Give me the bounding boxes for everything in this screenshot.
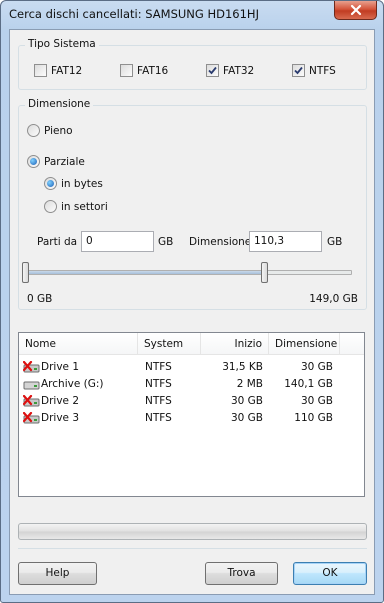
fat12-box[interactable] xyxy=(34,64,47,77)
fat32-checkbox[interactable]: FAT32 xyxy=(206,64,254,77)
fat16-label: FAT16 xyxy=(137,64,169,77)
check-icon xyxy=(294,66,303,75)
column-header-dimensione[interactable]: Dimensione xyxy=(269,333,340,355)
dialog-window: Cerca dischi cancellati: SAMSUNG HD161HJ… xyxy=(0,0,384,603)
row-size: 140,1 GB xyxy=(284,378,333,390)
in-settori-radio[interactable]: in settori xyxy=(44,200,108,213)
in-bytes-radio[interactable]: in bytes xyxy=(44,177,103,190)
table-row[interactable]: Drive 3 NTFS 30 GB 110 GB xyxy=(19,410,364,427)
in-settori-label: in settori xyxy=(61,200,108,213)
ntfs-label: NTFS xyxy=(309,64,336,77)
dimensione-group: Dimensione Pieno Parziale in bytes in se… xyxy=(18,98,367,310)
close-icon xyxy=(350,4,361,16)
fat16-checkbox[interactable]: FAT16 xyxy=(120,64,168,77)
range-slider-fill xyxy=(26,271,266,274)
range-slider-end-thumb[interactable] xyxy=(261,262,269,283)
dimensione-label: Dimensione xyxy=(25,98,94,110)
dialog-client-area: Tipo Sistema FAT12 FAT16 FAT32 NTFS Dime… xyxy=(9,29,375,595)
row-start: 30 GB xyxy=(230,395,263,407)
window-title: Cerca dischi cancellati: SAMSUNG HD161HJ xyxy=(9,7,259,21)
row-size: 110 GB xyxy=(294,412,333,424)
row-size: 30 GB xyxy=(300,395,333,407)
in-bytes-radio-circle[interactable] xyxy=(44,177,57,190)
range-slider-track[interactable] xyxy=(22,270,352,275)
dimensione-unit: GB xyxy=(327,236,343,248)
row-system: NTFS xyxy=(145,361,172,373)
parziale-radio[interactable]: Parziale xyxy=(27,155,85,168)
range-slider-start-thumb[interactable] xyxy=(22,262,29,283)
fat12-label: FAT12 xyxy=(51,64,83,77)
row-name: Archive (G:) xyxy=(41,378,104,390)
pieno-label: Pieno xyxy=(44,124,73,137)
deleted-drive-icon xyxy=(23,395,40,407)
help-button[interactable]: Help xyxy=(18,562,97,585)
row-name: Drive 2 xyxy=(41,395,80,407)
slider-min-label: 0 GB xyxy=(27,293,53,305)
deleted-drive-icon xyxy=(23,412,40,424)
column-header-nome[interactable]: Nome xyxy=(19,333,138,355)
fat32-label: FAT32 xyxy=(223,64,255,77)
divider xyxy=(18,548,367,549)
row-name: Drive 1 xyxy=(41,361,80,373)
title-bar[interactable]: Cerca dischi cancellati: SAMSUNG HD161HJ xyxy=(1,1,383,29)
progress-bar xyxy=(18,523,367,540)
row-start: 31,5 KB xyxy=(222,361,263,373)
column-header-system[interactable]: System xyxy=(138,333,201,355)
trova-button[interactable]: Trova xyxy=(205,562,278,585)
tipo-sistema-label: Tipo Sistema xyxy=(25,38,99,50)
tipo-sistema-group: Tipo Sistema FAT12 FAT16 FAT32 NTFS xyxy=(18,38,367,90)
deleted-drive-icon xyxy=(23,361,40,373)
check-icon xyxy=(208,66,217,75)
listview-header: Nome System Inizio Dimensione xyxy=(19,333,364,355)
ok-button[interactable]: OK xyxy=(293,562,367,585)
pieno-radio-circle[interactable] xyxy=(27,124,40,137)
table-row[interactable]: Drive 1 NTFS 31,5 KB 30 GB xyxy=(19,359,364,376)
results-listview[interactable]: Nome System Inizio Dimensione Drive 1 NT… xyxy=(18,332,365,497)
in-settori-radio-circle[interactable] xyxy=(44,200,57,213)
row-size: 30 GB xyxy=(300,361,333,373)
fat32-box[interactable] xyxy=(206,64,219,77)
column-header-inizio[interactable]: Inizio xyxy=(201,333,269,355)
dimensione-input[interactable]: 110,3 xyxy=(249,231,322,252)
row-start: 2 MB xyxy=(236,378,263,390)
row-start: 30 GB xyxy=(230,412,263,424)
row-system: NTFS xyxy=(145,412,172,424)
parti-da-label: Parti da xyxy=(37,236,78,248)
dimensione-value-label: Dimensione xyxy=(189,236,252,248)
ntfs-box[interactable] xyxy=(292,64,305,77)
pieno-radio[interactable]: Pieno xyxy=(27,124,73,137)
row-system: NTFS xyxy=(145,378,172,390)
row-system: NTFS xyxy=(145,395,172,407)
parti-da-unit: GB xyxy=(158,236,174,248)
close-button[interactable] xyxy=(334,1,377,20)
row-name: Drive 3 xyxy=(41,412,80,424)
parziale-label: Parziale xyxy=(44,155,85,168)
fat16-box[interactable] xyxy=(120,64,133,77)
hard-drive-icon xyxy=(23,381,40,390)
in-bytes-label: in bytes xyxy=(61,177,103,190)
fat12-checkbox[interactable]: FAT12 xyxy=(34,64,82,77)
parti-da-input[interactable]: 0 xyxy=(81,231,154,252)
ntfs-checkbox[interactable]: NTFS xyxy=(292,64,336,77)
table-row[interactable]: Archive (G:) NTFS 2 MB 140,1 GB xyxy=(19,376,364,393)
table-row[interactable]: Drive 2 NTFS 30 GB 30 GB xyxy=(19,393,364,410)
slider-max-label: 149,0 GB xyxy=(309,293,358,305)
parziale-radio-circle[interactable] xyxy=(27,155,40,168)
